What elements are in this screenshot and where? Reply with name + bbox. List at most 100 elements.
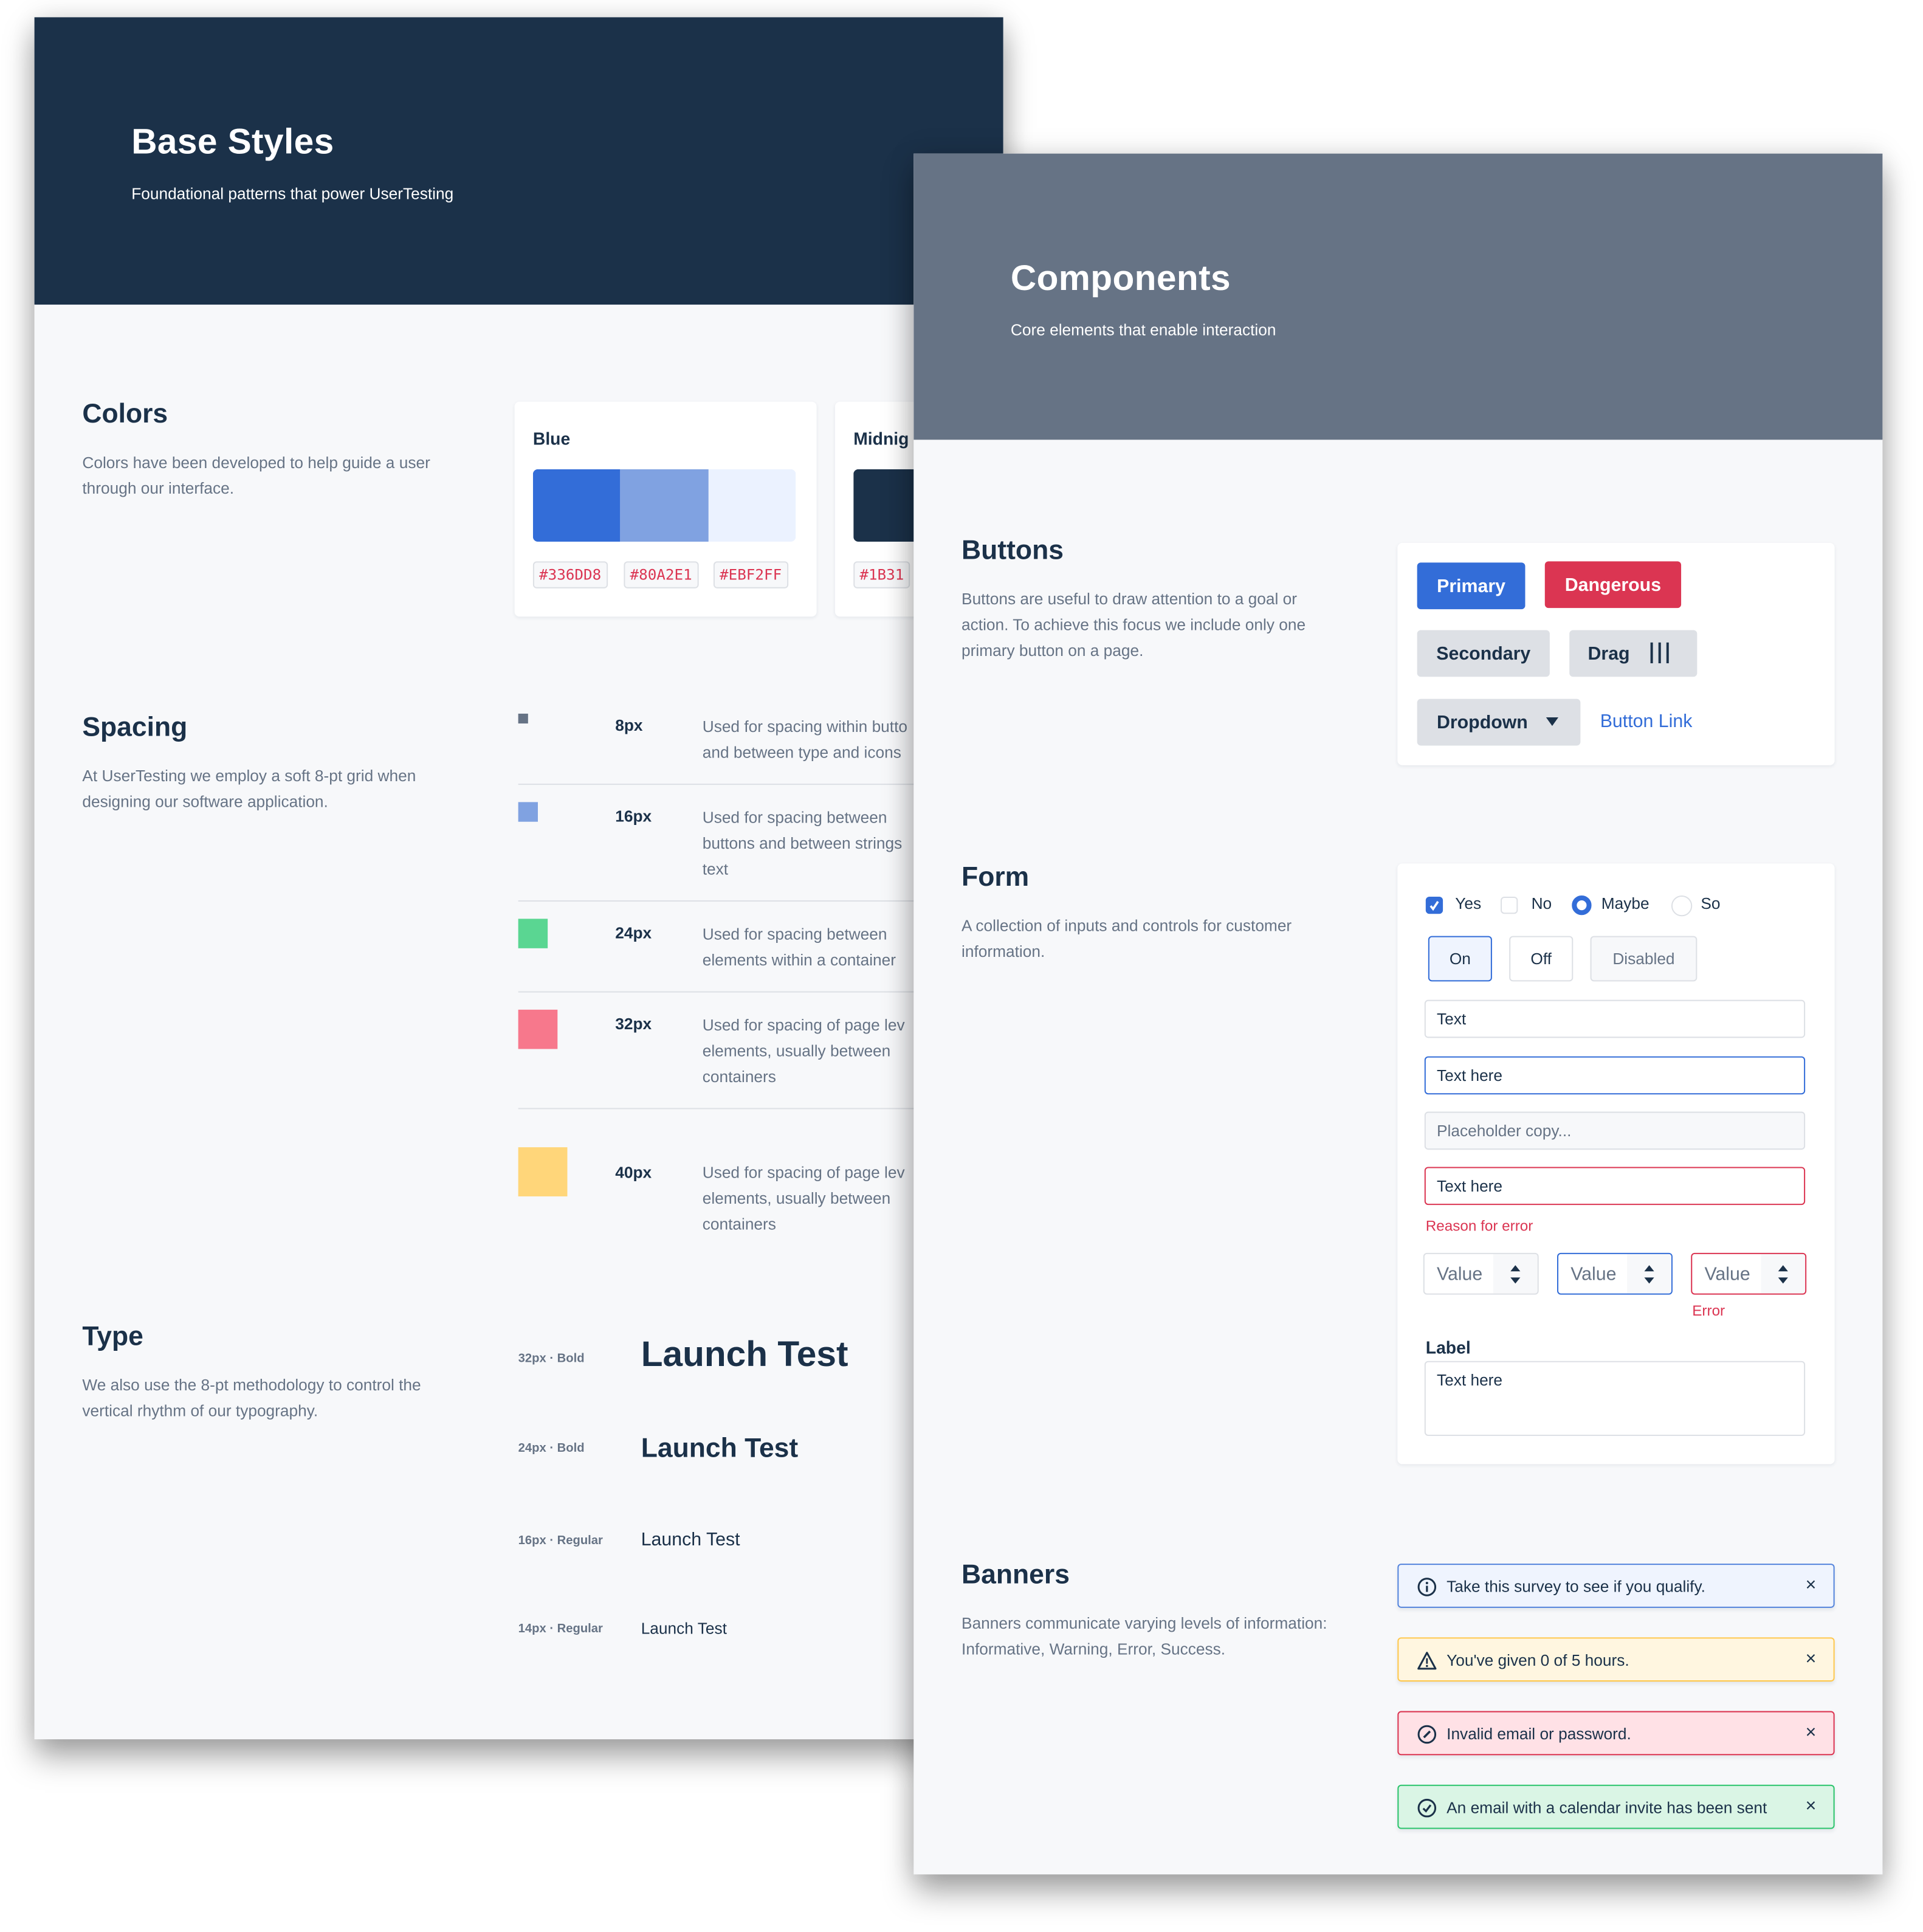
spacing-description-line: Used for spacing between <box>702 808 887 827</box>
close-icon[interactable]: × <box>1806 1722 1817 1743</box>
page-subtitle: Core elements that enable interaction <box>1010 320 1276 339</box>
button-link[interactable]: Button Link <box>1600 711 1693 732</box>
swatch <box>621 469 709 542</box>
checkbox-no-label: No <box>1531 894 1552 913</box>
check-icon <box>1429 901 1439 911</box>
hex-code: #80A2E1 <box>624 561 698 588</box>
colors-description: Colors have been developed to help guide… <box>82 453 430 498</box>
spacing-description: Used for spacing within butto and between… <box>703 714 936 765</box>
spacing-description-line: Used for spacing within butto <box>702 717 908 736</box>
components-page: Components Core elements that enable int… <box>913 153 1883 1875</box>
number-stepper-error[interactable]: Value <box>1691 1252 1807 1295</box>
stepper-value: Value <box>1436 1264 1483 1285</box>
toggle-on[interactable]: On <box>1428 936 1492 982</box>
dropdown-button-label: Dropdown <box>1436 711 1528 733</box>
text-input[interactable]: Text <box>1424 999 1806 1038</box>
number-stepper-focused[interactable]: Value <box>1557 1252 1673 1295</box>
buttons-card: Primary Dangerous Secondary Drag Dropdow… <box>1397 543 1835 765</box>
spacing-description: Used for spacing of page lev elements, us… <box>703 1159 936 1237</box>
components-header: Components Core elements that enable int… <box>913 153 1883 440</box>
type-sample: Launch Test <box>641 1432 799 1463</box>
spacing-size-label: 40px <box>615 1163 652 1182</box>
spacing-size-label: 8px <box>615 716 643 735</box>
type-sample: Launch Test <box>641 1335 848 1375</box>
spacing-swatch <box>518 1009 558 1049</box>
type-size-label: 16px · Regular <box>518 1534 603 1548</box>
base-styles-header: Base Styles Foundational patterns that p… <box>34 17 1003 305</box>
success-icon <box>1417 1798 1437 1818</box>
banner-info: Take this survey to see if you qualify. … <box>1397 1564 1835 1608</box>
buttons-title: Buttons <box>962 534 1064 565</box>
page-title: Base Styles <box>131 123 334 162</box>
dropdown-button[interactable]: Dropdown <box>1417 699 1581 746</box>
spacing-size-label: 24px <box>615 923 652 942</box>
spacing-description-line: elements within a container <box>702 950 896 970</box>
banner-text: Take this survey to see if you qualify. <box>1447 1577 1705 1596</box>
hex-code: #336DD8 <box>532 561 608 588</box>
spacing-swatch <box>518 802 538 822</box>
type-size-label: 32px · Bold <box>518 1352 585 1366</box>
hex-code: #EBF2FF <box>713 561 788 588</box>
spacing-description-line: text <box>702 860 729 878</box>
secondary-button[interactable]: Secondary <box>1417 630 1550 677</box>
spacing-description: Used for spacing of page lev elements, us… <box>703 1012 936 1089</box>
number-stepper[interactable]: Value <box>1423 1252 1539 1295</box>
text-input-error[interactable]: Text here <box>1424 1167 1806 1206</box>
drag-button[interactable]: Drag <box>1569 630 1698 677</box>
spacing-description: Used for spacing between buttons and betw… <box>703 804 936 881</box>
dangerous-button[interactable]: Dangerous <box>1544 561 1682 609</box>
increment-arrow-icon[interactable] <box>1644 1265 1654 1272</box>
spacing-description-line: elements, usually between <box>702 1041 891 1060</box>
stepper-value: Value <box>1570 1264 1617 1285</box>
error-message: Reason for error <box>1425 1217 1533 1235</box>
type-size-label: 14px · Regular <box>518 1623 603 1637</box>
hex-code: #1B31 <box>853 561 910 588</box>
radio-so[interactable] <box>1671 895 1693 917</box>
page-subtitle: Foundational patterns that power UserTes… <box>131 184 454 203</box>
swatch <box>532 469 621 542</box>
radio-maybe[interactable] <box>1572 895 1592 916</box>
increment-arrow-icon[interactable] <box>1510 1265 1521 1272</box>
spacing-description: At UserTesting we employ a soft 8-pt gri… <box>82 766 416 811</box>
caret-down-icon <box>1546 717 1559 726</box>
spacing-description: Used for spacing between elements within … <box>703 921 936 973</box>
swatch-bar <box>532 469 796 542</box>
text-input-focused[interactable]: Text here <box>1424 1056 1806 1095</box>
spacing-description-line: Used for spacing of page lev <box>702 1015 905 1035</box>
type-sample: Launch Test <box>641 1619 727 1638</box>
checkbox-yes[interactable] <box>1425 896 1443 914</box>
error-icon <box>1417 1725 1437 1744</box>
spacing-description-line: and between type and icons <box>702 743 901 762</box>
close-icon[interactable]: × <box>1806 1649 1817 1669</box>
spacing-swatch <box>518 919 548 948</box>
colors-title: Colors <box>82 398 168 429</box>
spacing-size-label: 16px <box>615 807 652 826</box>
type-description: We also use the 8-pt methodology to cont… <box>82 1375 421 1420</box>
spacing-description-line: containers <box>702 1215 776 1233</box>
base-styles-page: Base Styles Foundational patterns that p… <box>34 17 1003 1740</box>
primary-button[interactable]: Primary <box>1417 562 1526 610</box>
checkbox-yes-label: Yes <box>1455 894 1482 913</box>
type-sample: Launch Test <box>641 1529 740 1550</box>
spacing-swatch <box>518 713 528 724</box>
close-icon[interactable]: × <box>1806 1796 1817 1816</box>
spacing-description-line: containers <box>702 1067 776 1086</box>
swatch <box>708 469 796 542</box>
toggle-off[interactable]: Off <box>1509 936 1574 982</box>
checkbox-no[interactable] <box>1501 896 1518 914</box>
textarea-label: Label <box>1425 1337 1471 1358</box>
type-title: Type <box>82 1320 143 1351</box>
spacing-description-line: elements, usually between <box>702 1189 891 1208</box>
decrement-arrow-icon[interactable] <box>1778 1277 1788 1284</box>
decrement-arrow-icon[interactable] <box>1644 1277 1654 1284</box>
decrement-arrow-icon[interactable] <box>1510 1277 1521 1284</box>
close-icon[interactable]: × <box>1806 1575 1817 1595</box>
spacing-description-line: Used for spacing between <box>702 925 887 944</box>
drag-handle-icon <box>1650 642 1669 664</box>
toggle-disabled: Disabled <box>1590 936 1698 982</box>
textarea[interactable]: Text here <box>1424 1361 1806 1436</box>
text-input-placeholder[interactable]: Placeholder copy... <box>1424 1111 1806 1150</box>
banner-warning: You've given 0 of 5 hours. × <box>1397 1637 1835 1682</box>
increment-arrow-icon[interactable] <box>1778 1265 1788 1272</box>
buttons-description: Buttons are useful to draw attention to … <box>962 589 1306 660</box>
